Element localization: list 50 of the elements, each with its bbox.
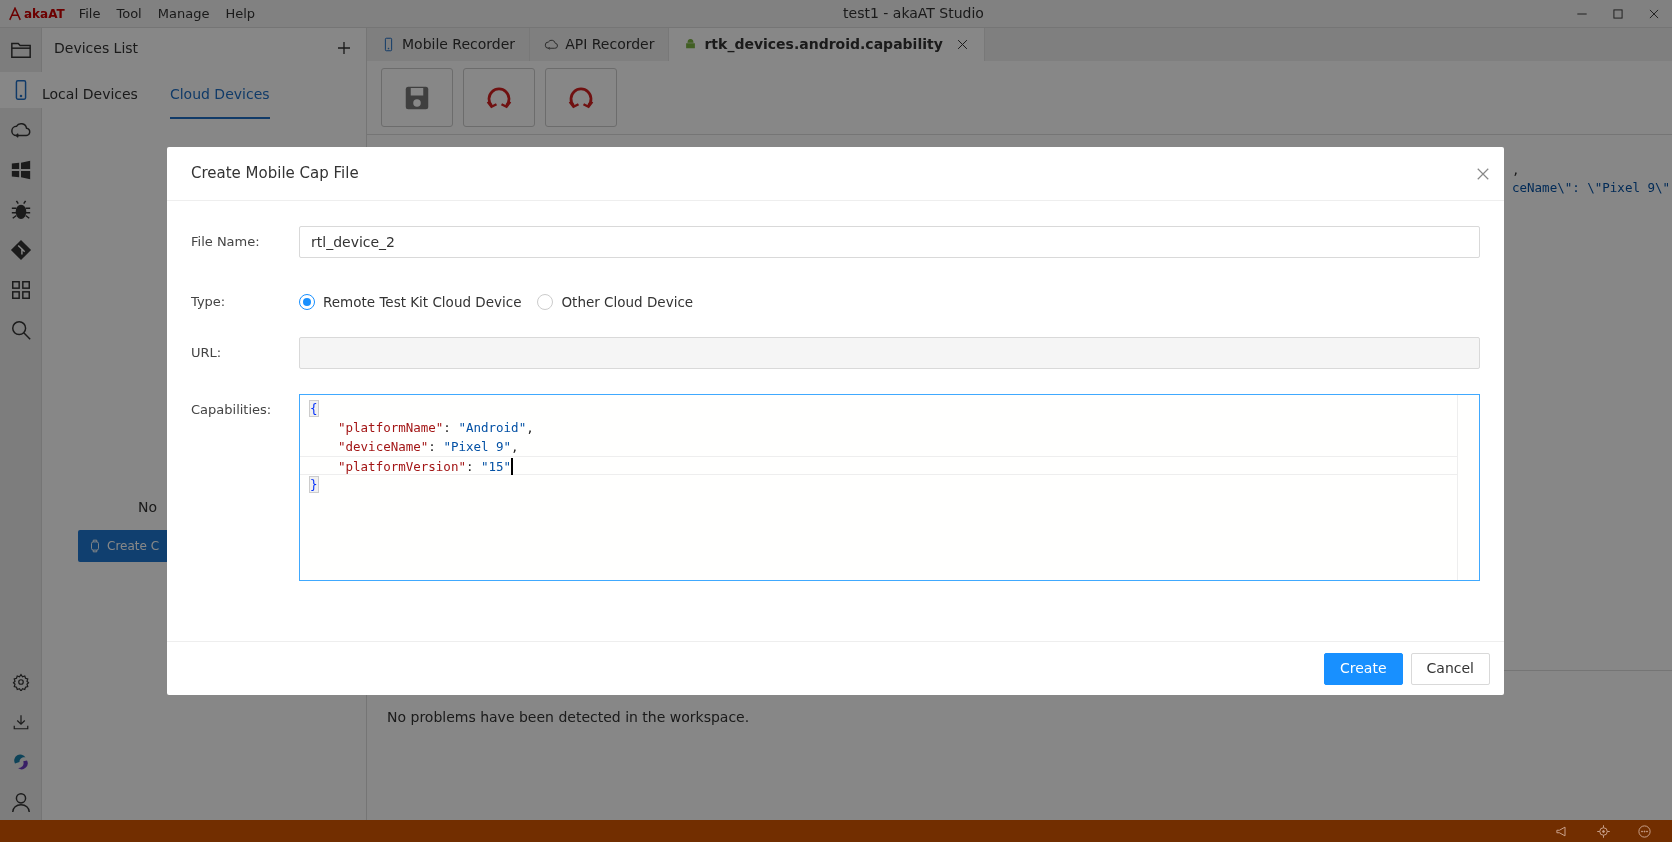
search-icon <box>9 319 32 341</box>
code-text: ceName\": \"Pixel 9\" <box>1512 179 1671 197</box>
code-line: "deviceName": "Pixel 9", <box>338 438 519 457</box>
chat-icon[interactable] <box>1637 823 1652 839</box>
cancel-button[interactable]: Cancel <box>1410 652 1490 685</box>
target-icon[interactable] <box>1596 823 1611 839</box>
panel-title: Devices List <box>54 38 139 58</box>
code-text: , <box>1512 161 1520 179</box>
menu-item[interactable]: Tool <box>108 3 150 24</box>
panel-tab[interactable]: Local Devices <box>42 68 138 119</box>
field-label: URL: <box>191 344 223 363</box>
bug-icon <box>9 199 32 221</box>
window-title: test1 - akaAT Studio <box>843 5 984 21</box>
code-line: "platformVersion": "15" <box>338 458 512 475</box>
code-editor[interactable]: { "platformName": "Android", "deviceName": "Pixel 9", "platformVersion": "15" } <box>299 394 1480 582</box>
create-button[interactable]: Create <box>1324 652 1403 685</box>
toolbar-button[interactable] <box>545 68 617 127</box>
user-icon[interactable] <box>9 791 32 813</box>
text-cursor <box>511 458 514 476</box>
logo-text: akaAT <box>24 5 65 23</box>
problems-message: No problems have been detected in the workspace. <box>387 709 750 725</box>
windows-icon <box>9 159 32 181</box>
editor-tab[interactable]: rtk_devices.android.capability <box>669 28 985 61</box>
file-name-field[interactable]: rtl_device_2 <box>299 226 1480 258</box>
add-icon[interactable] <box>336 40 352 56</box>
dialog-title: Create Mobile Cap File <box>191 163 359 185</box>
code-line: "platformName": "Android", <box>338 419 534 438</box>
field-label: Type: <box>191 293 227 312</box>
toolbar-button[interactable] <box>463 68 535 127</box>
activity-bar-item[interactable] <box>0 72 42 108</box>
cloud-icon <box>544 37 560 52</box>
field-label: File Name: <box>191 233 261 251</box>
radio-option[interactable]: Other Cloud Device <box>537 292 694 313</box>
maximize-icon[interactable] <box>1611 6 1625 21</box>
git-icon <box>9 239 32 261</box>
settings-icon[interactable] <box>11 673 30 691</box>
toolbar-button[interactable] <box>381 68 453 127</box>
download-icon[interactable] <box>11 713 30 731</box>
panel-tab[interactable]: Cloud Devices <box>169 68 270 119</box>
menu-item[interactable]: Help <box>217 3 264 24</box>
swirl-icon[interactable] <box>11 753 30 771</box>
empty-message: No <box>138 498 158 517</box>
field-label: Capabilities: <box>191 401 273 420</box>
device-icon <box>88 539 102 553</box>
editor-tab[interactable]: Mobile Recorder <box>367 28 531 61</box>
radio-option[interactable]: Remote Test Kit Cloud Device <box>299 292 522 313</box>
menu-item[interactable]: Manage <box>149 3 218 24</box>
logo-icon <box>8 6 22 21</box>
menu-item[interactable]: File <box>70 3 109 24</box>
grid-icon <box>9 279 32 301</box>
